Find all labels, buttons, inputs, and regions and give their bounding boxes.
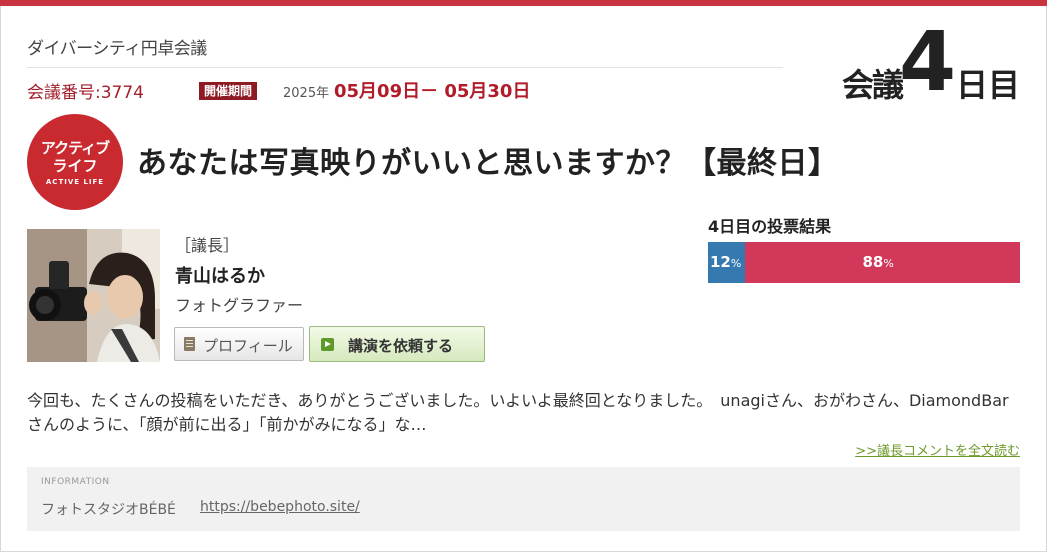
- vote-result-bar: 12% 88%: [708, 242, 1020, 283]
- category-logo: アクティブ ライフ ACTIVE LIFE: [27, 114, 123, 210]
- category-logo-line1: アクティブ: [40, 139, 110, 157]
- information-heading: INFORMATION: [41, 477, 110, 487]
- category-logo-line2: ライフ: [52, 157, 98, 175]
- day-counter: 会議 4 日目: [820, 18, 1020, 108]
- chair-name: 青山はるか: [175, 266, 265, 287]
- council-name: ダイバーシティ円卓会議: [27, 39, 207, 59]
- photographer-image: [27, 229, 160, 362]
- vote-yes-value: 12%: [710, 253, 741, 271]
- vote-no-unit: %: [883, 257, 894, 270]
- profile-button-label: プロフィール: [203, 337, 293, 355]
- vote-yes-segment: 12%: [708, 242, 745, 283]
- chair-tag: ［議長］: [175, 236, 240, 255]
- topic-title[interactable]: あなたは写真映りがいいと思いますか？【最終日】: [137, 138, 839, 182]
- vote-no-number: 88: [862, 253, 884, 271]
- chair-comment: 今回も、たくさんの投稿をいただき、ありがとうございました。いよいよ最終回となりま…: [27, 391, 1009, 434]
- read-full-comment-link[interactable]: >>議長コメントを全文読む: [855, 440, 1020, 459]
- information-box: INFORMATION フォトスタジオBÉBÉ https://bebephot…: [27, 467, 1020, 531]
- day-counter-number: 4: [898, 15, 956, 110]
- divider: [27, 67, 783, 68]
- meeting-number: 会議番号:3774: [27, 83, 144, 103]
- vote-title: 4日目の投票結果: [708, 217, 832, 236]
- category-logo-line3: ACTIVE LIFE: [45, 178, 105, 186]
- lecture-request-button-label: 講演を依頼する: [348, 337, 454, 355]
- day-counter-suffix: 日目: [955, 66, 1020, 104]
- vote-yes-unit: %: [730, 257, 742, 270]
- day-counter-prefix: 会議: [841, 66, 904, 104]
- arrow-right-icon: [321, 338, 334, 351]
- period-badge: 開催期間: [199, 82, 258, 100]
- studio-name: フォトスタジオBÉBÉ: [41, 502, 176, 518]
- vote-yes-number: 12: [710, 253, 731, 271]
- lecture-request-button[interactable]: 講演を依頼する: [309, 326, 485, 362]
- top-accent-bar: [0, 0, 1047, 6]
- chair-role: フォトグラファー: [175, 296, 304, 315]
- studio-link[interactable]: https://bebephoto.site/: [200, 499, 360, 515]
- document-icon: [184, 337, 195, 351]
- profile-button[interactable]: プロフィール: [174, 327, 304, 361]
- chair-photo: [27, 229, 160, 362]
- period-year: 2025年: [283, 86, 330, 101]
- vote-no-segment: 88%: [745, 242, 1020, 283]
- vote-no-value: 88%: [863, 253, 894, 271]
- period-dates: 05月09日－ 05月30日: [334, 81, 531, 102]
